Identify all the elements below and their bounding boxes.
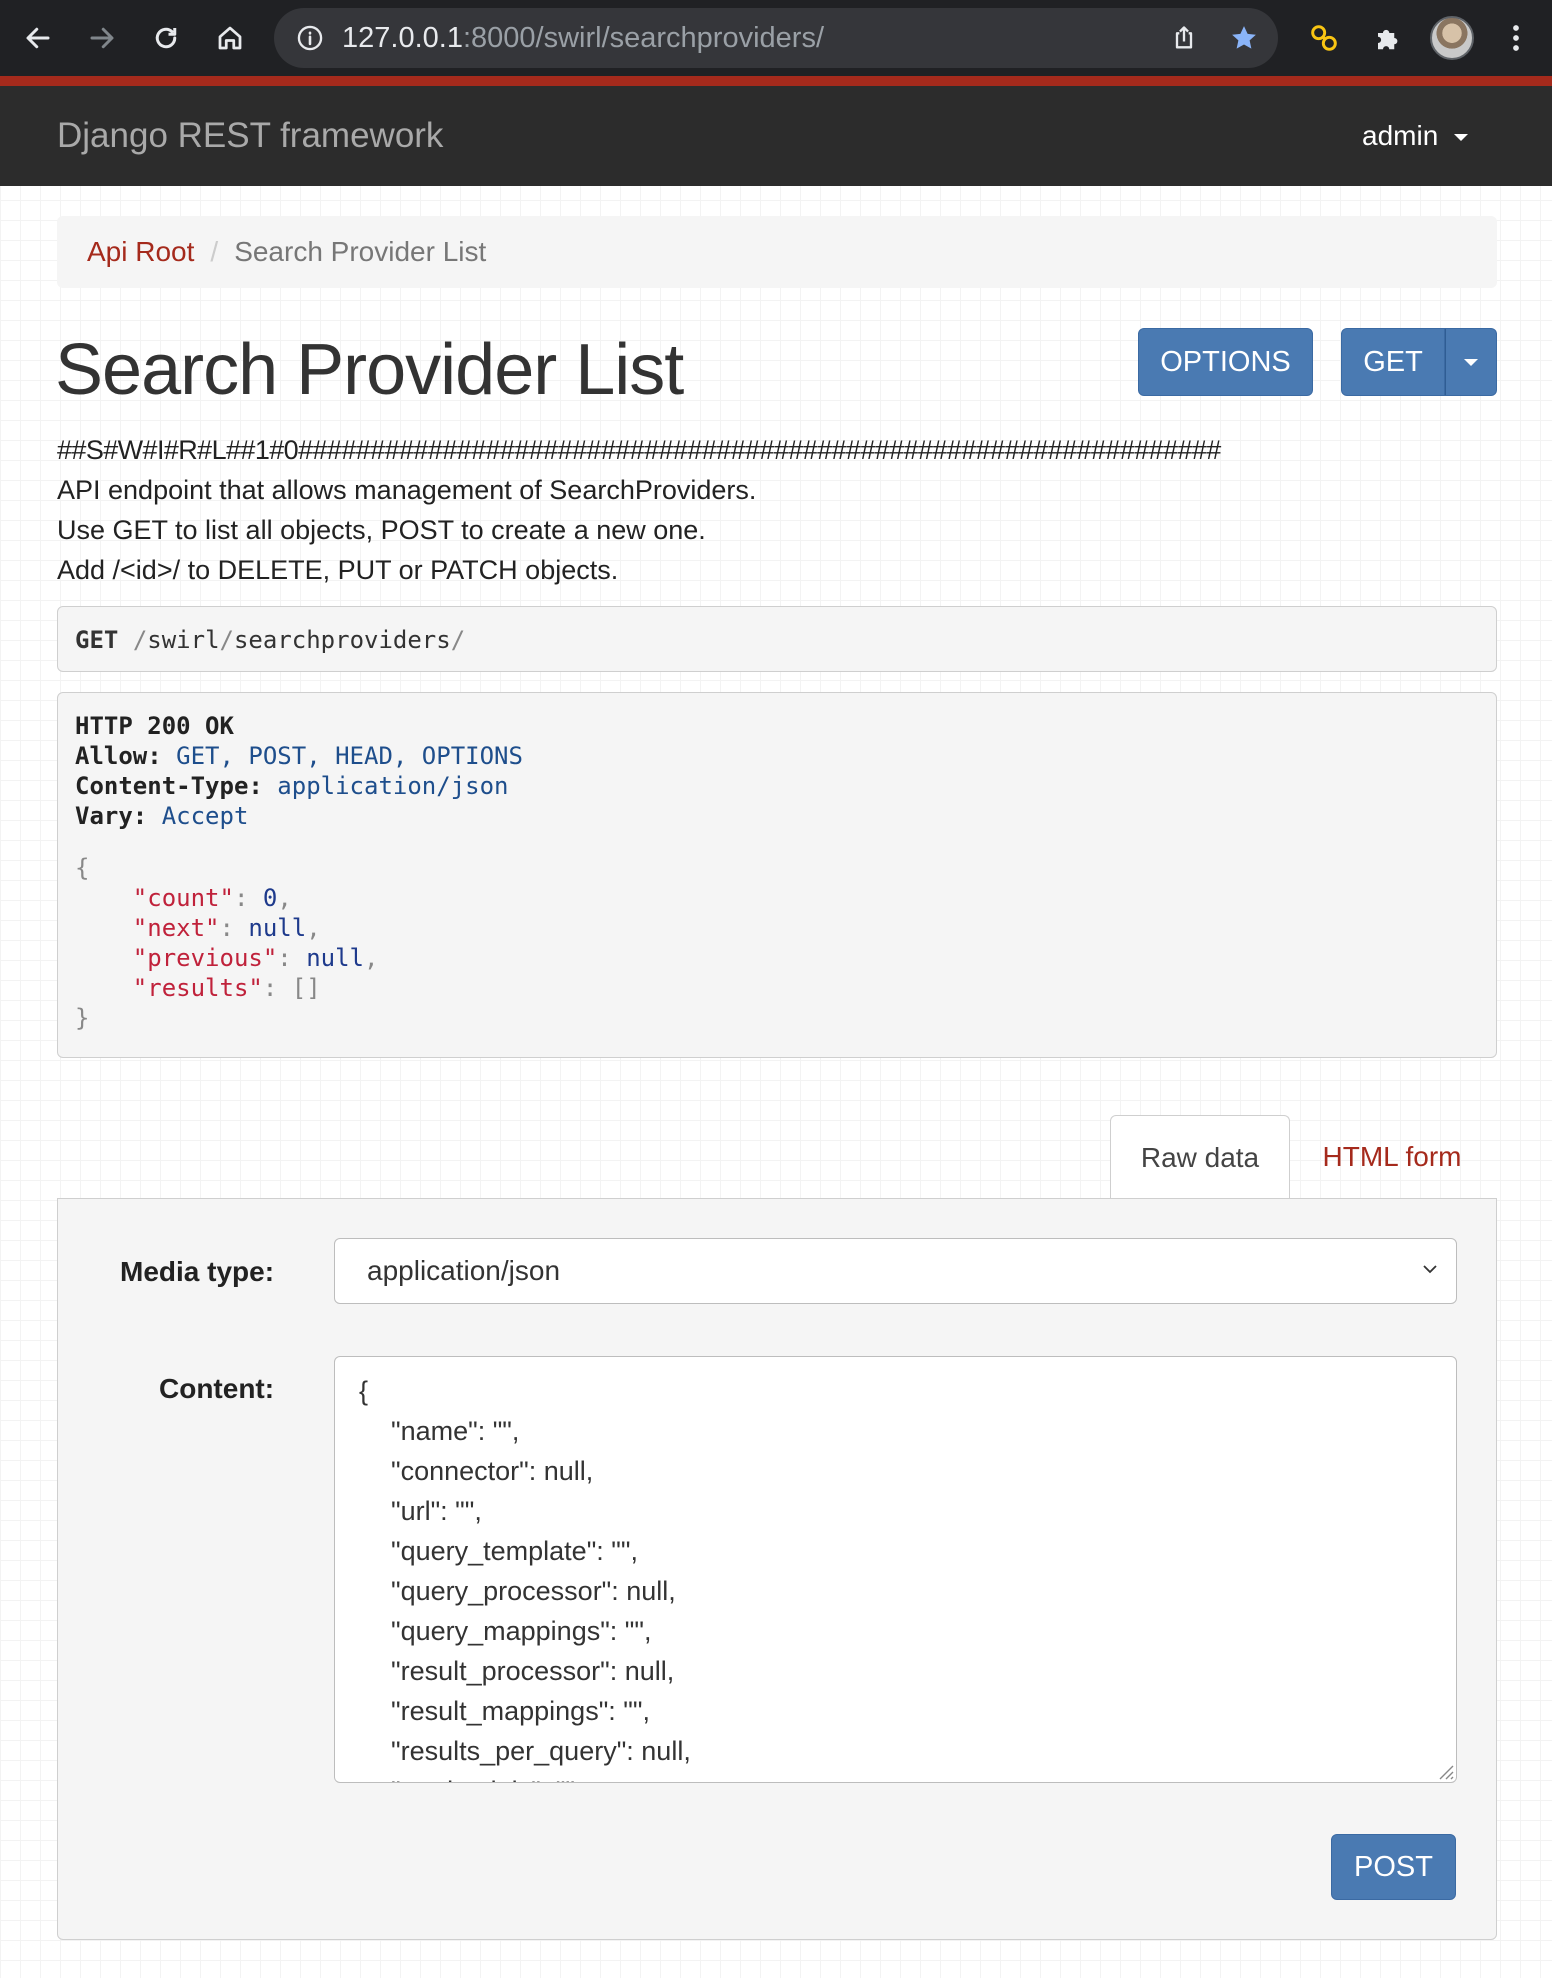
puzzle-icon[interactable] bbox=[1364, 14, 1412, 62]
content-line: "results_per_query": null, bbox=[391, 1736, 691, 1766]
page-title: Search Provider List bbox=[55, 330, 684, 410]
url-path: :8000/swirl/searchproviders/ bbox=[462, 22, 824, 54]
home-icon[interactable] bbox=[206, 14, 254, 62]
description-line: Add /<id>/ to DELETE, PUT or PATCH objec… bbox=[57, 555, 619, 585]
star-icon[interactable] bbox=[1224, 18, 1264, 58]
tab-raw-data[interactable]: Raw data bbox=[1110, 1115, 1290, 1199]
user-name: admin bbox=[1362, 120, 1439, 151]
chevron-down-icon bbox=[1464, 358, 1478, 366]
content-line: "url": "", bbox=[391, 1496, 482, 1526]
options-button[interactable]: OPTIONS bbox=[1138, 328, 1313, 396]
description-line: API endpoint that allows management of S… bbox=[57, 475, 757, 505]
request-path: /swirl/searchproviders/ bbox=[132, 626, 466, 654]
navbar-brand[interactable]: Django REST framework bbox=[57, 86, 443, 186]
breadcrumb-separator: / bbox=[210, 236, 219, 267]
navbar-accent-bar bbox=[0, 76, 1552, 86]
json-close-brace: } bbox=[75, 1004, 90, 1032]
content-line: "query_mappings": "", bbox=[391, 1616, 652, 1646]
get-button[interactable]: GET bbox=[1341, 328, 1445, 396]
response-info: HTTP 200 OK Allow: GET, POST, HEAD, OPTIO… bbox=[57, 692, 1497, 1058]
json-open-brace: { bbox=[75, 854, 90, 882]
content-line: "query_template": "", bbox=[391, 1536, 638, 1566]
url-text: 127.0.0.1:8000/swirl/searchproviders/ bbox=[342, 8, 824, 68]
profile-avatar[interactable] bbox=[1430, 16, 1474, 60]
media-type-label: Media type: bbox=[120, 1256, 275, 1287]
json-field: "next": null, bbox=[132, 914, 321, 942]
response-status: HTTP 200 OK bbox=[75, 712, 234, 740]
response-header-allow: Allow: GET, POST, HEAD, OPTIONS bbox=[75, 742, 523, 770]
response-header-content-type: Content-Type: application/json bbox=[75, 772, 509, 800]
media-type-value: application/json bbox=[367, 1255, 561, 1286]
browser-toolbar: 127.0.0.1:8000/swirl/searchproviders/ bbox=[0, 0, 1552, 76]
description-line: ##S#W#I#R#L##1#0########################… bbox=[57, 435, 1221, 465]
user-menu[interactable]: admin bbox=[1362, 86, 1468, 186]
get-format-dropdown[interactable] bbox=[1445, 328, 1497, 396]
navbar: Django REST framework admin bbox=[0, 86, 1552, 186]
url-host: 127.0.0.1 bbox=[342, 22, 463, 54]
post-button[interactable]: POST bbox=[1331, 1834, 1456, 1900]
request-method: GET bbox=[75, 626, 119, 654]
content-textarea[interactable]: { "name": "", "connector": null, "url": "",… bbox=[334, 1356, 1457, 1783]
content-line: "result_processor": null, bbox=[391, 1656, 675, 1686]
request-info: GET /swirl/searchproviders/ bbox=[57, 606, 1497, 672]
forward-icon[interactable] bbox=[78, 14, 126, 62]
tab-html-form[interactable]: HTML form bbox=[1302, 1115, 1482, 1199]
breadcrumb-current: Search Provider List bbox=[234, 236, 487, 267]
info-icon[interactable] bbox=[294, 22, 326, 54]
chevron-down-icon bbox=[1453, 134, 1468, 142]
endpoint-description: ##S#W#I#R#L##1#0########################… bbox=[57, 430, 1221, 590]
content-line: "name": "", bbox=[391, 1416, 520, 1446]
back-icon[interactable] bbox=[14, 14, 62, 62]
content-line: { bbox=[359, 1376, 369, 1406]
media-type-select[interactable]: application/json bbox=[334, 1238, 1457, 1304]
breadcrumb-api-root[interactable]: Api Root bbox=[87, 236, 194, 267]
description-line: Use GET to list all objects, POST to cre… bbox=[57, 515, 706, 545]
content-line: "result_mappings": "", bbox=[391, 1696, 650, 1726]
json-field: "count": 0, bbox=[132, 884, 292, 912]
response-header-vary: Vary: Accept bbox=[75, 802, 249, 830]
reload-icon[interactable] bbox=[142, 14, 190, 62]
resize-grip-icon[interactable] bbox=[1436, 1762, 1454, 1780]
content-line: "connector": null, bbox=[391, 1456, 594, 1486]
content-line: "credentials": "", bbox=[359, 1771, 1456, 1782]
content-label: Content: bbox=[159, 1373, 275, 1404]
json-field: "results": [] bbox=[132, 974, 321, 1002]
content-line: "query_processor": null, bbox=[391, 1576, 676, 1606]
extension-link-icon[interactable] bbox=[1300, 14, 1348, 62]
breadcrumb: Api Root / Search Provider List bbox=[57, 216, 1497, 288]
kebab-menu-icon[interactable] bbox=[1492, 14, 1540, 62]
share-icon[interactable] bbox=[1164, 18, 1204, 58]
json-field: "previous": null, bbox=[132, 944, 379, 972]
address-bar[interactable]: 127.0.0.1:8000/swirl/searchproviders/ bbox=[274, 8, 1278, 68]
chevron-down-icon bbox=[1423, 1265, 1437, 1274]
